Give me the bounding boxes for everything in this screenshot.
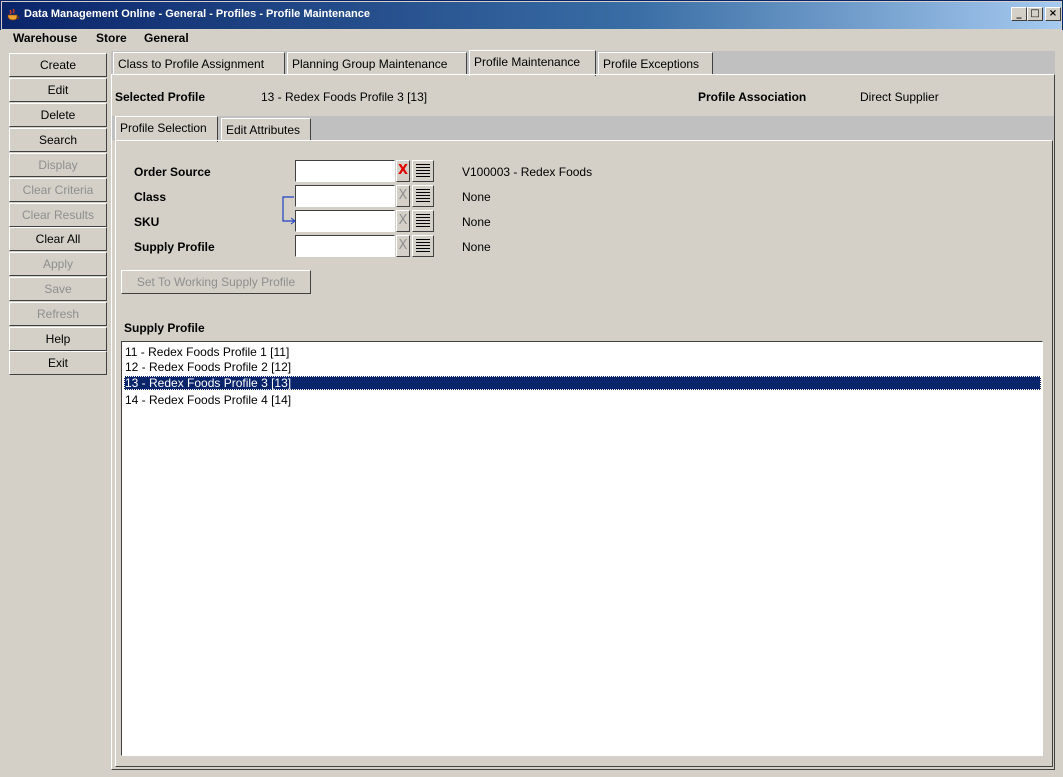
set-to-working-supply-profile-button[interactable]: Set To Working Supply Profile [121, 270, 311, 294]
class-lookup-button[interactable] [412, 185, 434, 207]
maximize-button[interactable]: □ [1027, 7, 1043, 21]
window-titlebar[interactable]: Data Management Online - General - Profi… [0, 0, 1063, 30]
list-item[interactable]: 12 - Redex Foods Profile 2 [12] [124, 360, 1041, 374]
profile-association-label: Profile Association [698, 90, 807, 104]
order-source-label: Order Source [134, 165, 211, 179]
exit-button[interactable]: Exit [9, 351, 107, 375]
supply-profile-list[interactable]: 11 - Redex Foods Profile 1 [11] 12 - Red… [121, 341, 1043, 756]
tab-planning-group-maintenance[interactable]: Planning Group Maintenance [287, 52, 467, 75]
class-clear-button[interactable]: X [396, 185, 410, 207]
tab-class-to-profile-assignment[interactable]: Class to Profile Assignment [113, 52, 285, 75]
list-item[interactable]: 14 - Redex Foods Profile 4 [14] [124, 393, 1041, 407]
class-description: None [462, 190, 491, 204]
supply-profile-clear-button[interactable]: X [396, 235, 410, 257]
close-button[interactable]: × [1045, 7, 1061, 21]
selected-profile-label: Selected Profile [115, 90, 206, 104]
display-button[interactable]: Display [9, 153, 107, 177]
order-source-clear-button[interactable]: X [396, 160, 410, 182]
menu-bar: Warehouse Store General [0, 30, 1063, 48]
supply-profile-description: None [462, 240, 491, 254]
help-button[interactable]: Help [9, 327, 107, 351]
edit-button[interactable]: Edit [9, 78, 107, 102]
list-item-selected[interactable]: 13 - Redex Foods Profile 3 [13] [124, 376, 1041, 390]
supply-profile-lookup-button[interactable] [412, 235, 434, 257]
clear-results-button[interactable]: Clear Results [9, 203, 107, 227]
clear-all-button[interactable]: Clear All [9, 227, 107, 251]
tab-profile-selection[interactable]: Profile Selection [115, 116, 218, 142]
class-sku-link-bracket [282, 196, 296, 225]
java-cup-icon [7, 8, 20, 21]
class-label: Class [134, 190, 167, 204]
menu-general[interactable]: General [144, 31, 189, 45]
supply-profile-criteria-label: Supply Profile [134, 240, 215, 254]
selected-profile-value: 13 - Redex Foods Profile 3 [13] [261, 90, 428, 104]
list-item[interactable]: 11 - Redex Foods Profile 1 [11] [124, 345, 1041, 359]
list-icon [416, 239, 430, 253]
delete-button[interactable]: Delete [9, 103, 107, 127]
sku-description: None [462, 215, 491, 229]
save-button[interactable]: Save [9, 277, 107, 301]
create-button[interactable]: Create [9, 53, 107, 77]
minimize-button[interactable]: _ [1011, 7, 1027, 21]
window-title: Data Management Online - General - Profi… [24, 8, 370, 20]
tab-profile-maintenance[interactable]: Profile Maintenance [469, 50, 596, 76]
order-source-input[interactable] [295, 160, 395, 182]
menu-store[interactable]: Store [96, 31, 127, 45]
tab-profile-exceptions[interactable]: Profile Exceptions [598, 52, 713, 75]
menu-warehouse[interactable]: Warehouse [13, 31, 77, 45]
clear-criteria-button[interactable]: Clear Criteria [9, 178, 107, 202]
list-icon [416, 189, 430, 203]
sku-lookup-button[interactable] [412, 210, 434, 232]
class-input[interactable] [295, 185, 395, 207]
supply-profile-list-label: Supply Profile [124, 321, 205, 335]
sku-clear-button[interactable]: X [396, 210, 410, 232]
tab-edit-attributes[interactable]: Edit Attributes [221, 118, 311, 141]
list-icon [416, 214, 430, 228]
apply-button[interactable]: Apply [9, 252, 107, 276]
order-source-lookup-button[interactable] [412, 160, 434, 182]
supply-profile-input[interactable] [295, 235, 395, 257]
sku-label: SKU [134, 215, 160, 229]
search-button[interactable]: Search [9, 128, 107, 152]
profile-association-value: Direct Supplier [860, 90, 939, 104]
order-source-description: V100003 - Redex Foods [462, 165, 593, 179]
refresh-button[interactable]: Refresh [9, 302, 107, 326]
sku-input[interactable] [295, 210, 395, 232]
list-icon [416, 164, 430, 178]
